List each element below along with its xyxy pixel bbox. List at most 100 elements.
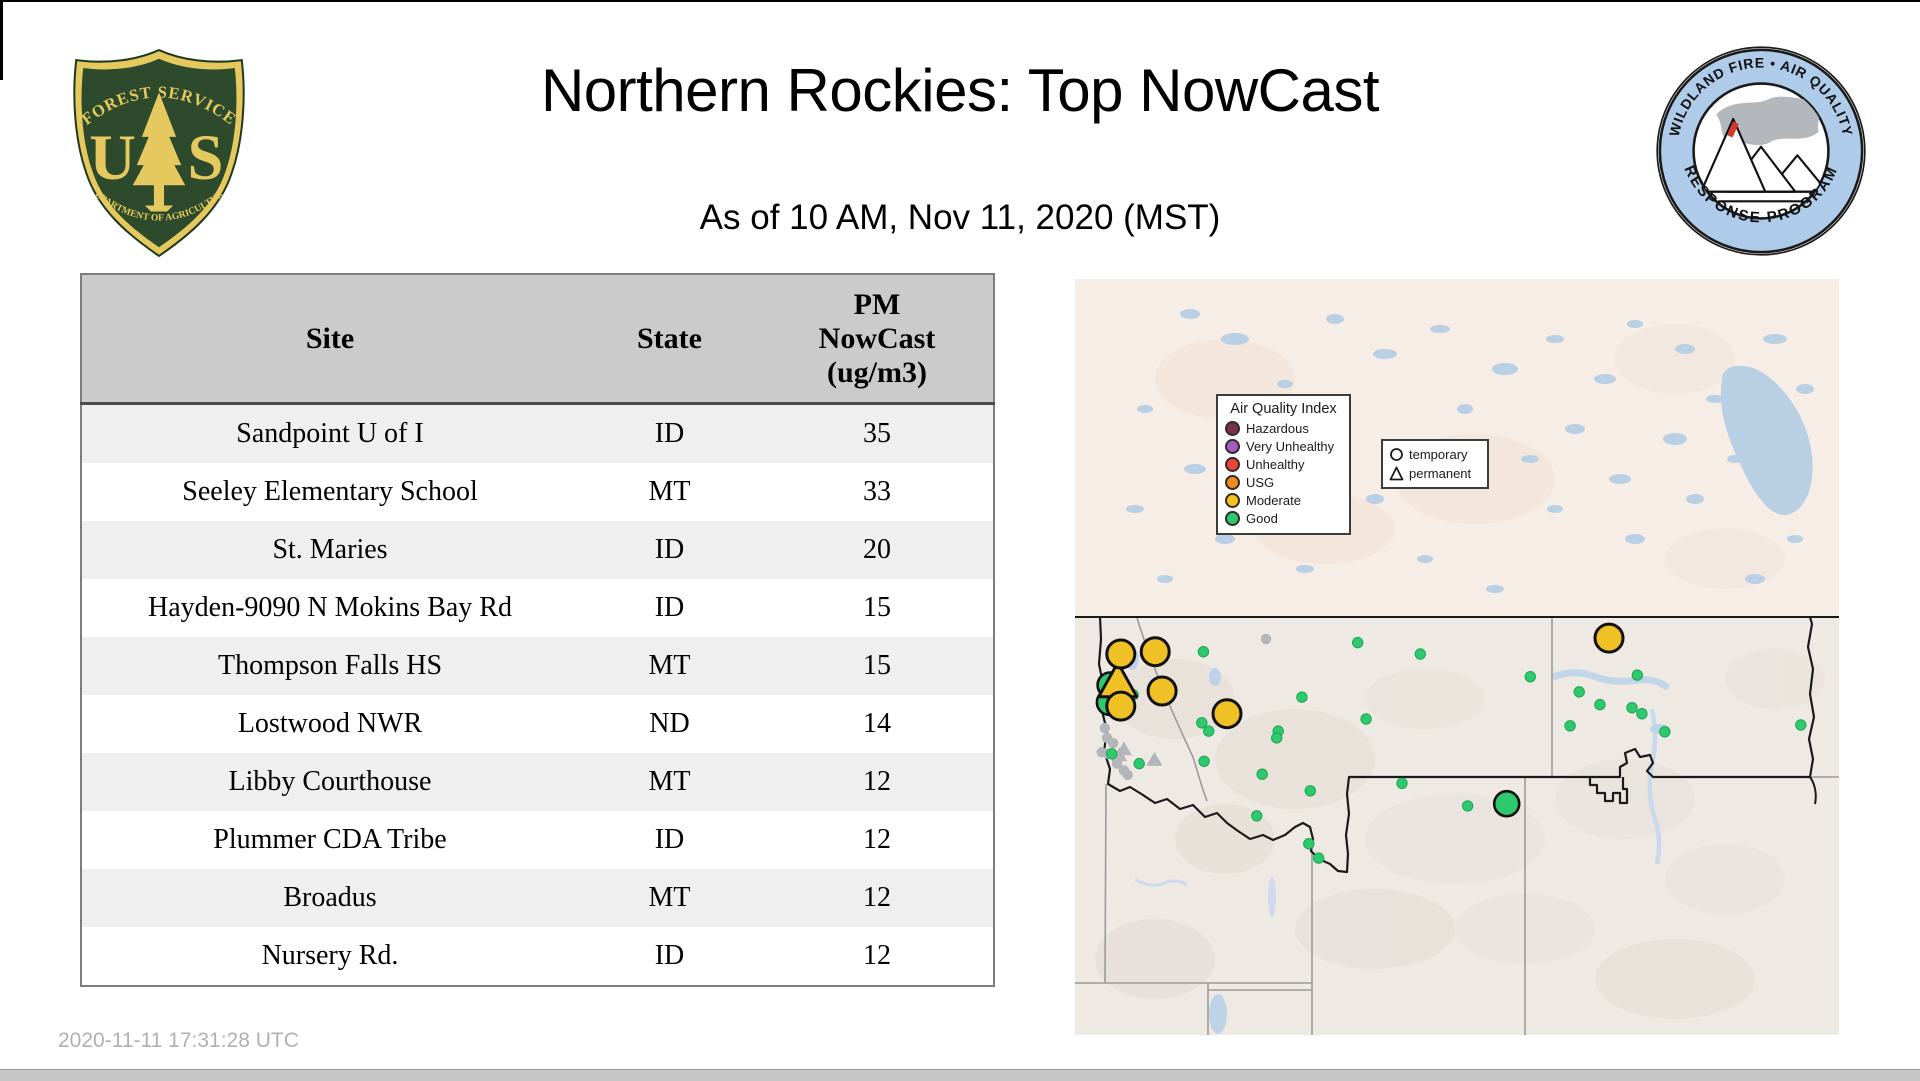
table-row: Nursery Rd. ID 12 (81, 927, 994, 986)
aqi-legend-label: Moderate (1246, 493, 1301, 508)
map-marker-moderate-circle (1105, 690, 1137, 722)
map-marker-good-circle (1203, 725, 1215, 737)
map-marker-moderate-circle (1211, 698, 1243, 730)
circle-icon (1389, 447, 1404, 462)
marker-type-legend: temporary permanent (1381, 439, 1489, 489)
aqi-legend-label: Good (1246, 511, 1278, 526)
map-marker-good-circle (1795, 719, 1807, 731)
map-marker-good-circle (1636, 708, 1648, 720)
map-marker-inactive-circle (1108, 738, 1119, 749)
screen-edge-bottom (0, 1069, 1920, 1081)
table-row: St. Maries ID 20 (81, 521, 994, 579)
map-marker-good-circle (1564, 720, 1576, 732)
state-cell: ID (578, 579, 761, 637)
map-marker-good-circle (1296, 691, 1308, 703)
map-marker-good-circle (1313, 852, 1325, 864)
site-cell: Hayden-9090 N Mokins Bay Rd (81, 579, 578, 637)
value-cell: 12 (761, 753, 994, 811)
state-cell: MT (578, 869, 761, 927)
aqi-legend-item: USG (1225, 475, 1342, 490)
state-cell: MT (578, 463, 761, 521)
state-cell: ID (578, 811, 761, 869)
map-marker-moderate-circle (1105, 638, 1137, 670)
table-row: Broadus MT 12 (81, 869, 994, 927)
map-marker-good-circle (1303, 838, 1315, 850)
state-cell: ID (578, 927, 761, 986)
value-cell: 12 (761, 927, 994, 986)
aqi-swatch-icon (1225, 511, 1240, 526)
map-marker-good-circle (1594, 698, 1606, 711)
screen-edge-top (0, 0, 1920, 2)
map-marker-good-circle (1133, 757, 1145, 770)
site-cell: Libby Courthouse (81, 753, 578, 811)
map-marker-good-circle (1573, 686, 1585, 698)
site-cell: Broadus (81, 869, 578, 927)
map-marker-good-circle (1524, 671, 1536, 683)
map-marker-good-circle (1360, 713, 1372, 725)
footer-timestamp: 2020-11-11 17:31:28 UTC (58, 1029, 299, 1052)
fs-logo-letter-u: U (89, 121, 136, 193)
value-cell: 20 (761, 521, 994, 579)
aqi-swatch-icon (1225, 457, 1240, 472)
wfaqrp-logo: WILDLAND FIRE • AIR QUALITY RESPONSE PRO… (1654, 44, 1868, 258)
aqi-swatch-icon (1225, 493, 1240, 508)
air-quality-map: Air Quality Index Hazardous Very Unhealth… (1075, 279, 1839, 1035)
map-marker-moderate-circle (1139, 636, 1171, 668)
nowcast-table: Site State PM NowCast (ug/m3) Sandpoint … (80, 273, 995, 987)
map-marker-moderate-circle (1593, 622, 1625, 654)
table-row: Plummer CDA Tribe ID 12 (81, 811, 994, 869)
aqi-legend-item: Moderate (1225, 493, 1342, 508)
basemap (1075, 279, 1839, 1035)
value-cell: 15 (761, 579, 994, 637)
triangle-icon (1389, 466, 1404, 481)
value-cell: 12 (761, 811, 994, 869)
map-marker-inactive-circle (1260, 633, 1272, 645)
aqi-swatch-icon (1225, 421, 1240, 436)
table-row: Thompson Falls HS MT 15 (81, 637, 994, 695)
aqi-legend-item: Hazardous (1225, 421, 1342, 436)
site-cell: Plummer CDA Tribe (81, 811, 578, 869)
aqi-legend-label: USG (1246, 475, 1275, 490)
aqi-legend: Air Quality Index Hazardous Very Unhealth… (1216, 394, 1351, 535)
column-header-state: State (578, 274, 761, 405)
map-marker-good-circle (1251, 810, 1263, 822)
map-marker-good-circle (1256, 768, 1268, 780)
table-row: Hayden-9090 N Mokins Bay Rd ID 15 (81, 579, 994, 637)
site-cell: St. Maries (81, 521, 578, 579)
aqi-legend-title: Air Quality Index (1230, 401, 1337, 417)
map-marker-good-circle (1198, 755, 1210, 767)
map-marker-good-circle (1414, 648, 1426, 660)
aqi-legend-item: Good (1225, 511, 1342, 526)
site-cell: Lostwood NWR (81, 695, 578, 753)
state-cell: ND (578, 695, 761, 753)
column-header-pm-nowcast: PM NowCast (ug/m3) (761, 274, 994, 405)
aqi-swatch-icon (1225, 475, 1240, 490)
value-cell: 12 (761, 869, 994, 927)
page-subtitle: As of 10 AM, Nov 11, 2020 (MST) (699, 198, 1221, 237)
temporary-label: temporary (1409, 447, 1468, 462)
table-row: Seeley Elementary School MT 33 (81, 463, 994, 521)
state-cell: MT (578, 637, 761, 695)
column-header-site: Site (81, 274, 578, 405)
site-cell: Sandpoint U of I (81, 403, 578, 463)
aqi-legend-item: Unhealthy (1225, 457, 1342, 472)
wfaqrp-badge-icon: WILDLAND FIRE • AIR QUALITY RESPONSE PRO… (1656, 46, 1866, 256)
map-marker-good-circle (1462, 800, 1474, 812)
site-cell: Nursery Rd. (81, 927, 578, 986)
permanent-label: permanent (1409, 466, 1472, 481)
map-marker-inactive-circle (1122, 769, 1133, 781)
map-marker-good-circle (1304, 785, 1317, 797)
table-row: Sandpoint U of I ID 35 (81, 403, 994, 463)
value-cell: 35 (761, 403, 994, 463)
map-marker-good-circle (1106, 748, 1118, 760)
map-marker-moderate-circle (1146, 675, 1178, 707)
map-marker-good-circle (1631, 669, 1643, 681)
map-marker-good-circle (1492, 789, 1521, 818)
map-marker-good-circle (1396, 777, 1408, 789)
value-cell: 33 (761, 463, 994, 521)
state-cell: ID (578, 403, 761, 463)
map-marker-good-circle (1197, 646, 1210, 658)
aqi-legend-label: Hazardous (1246, 421, 1309, 436)
value-cell: 15 (761, 637, 994, 695)
map-marker-good-circle (1659, 726, 1671, 738)
